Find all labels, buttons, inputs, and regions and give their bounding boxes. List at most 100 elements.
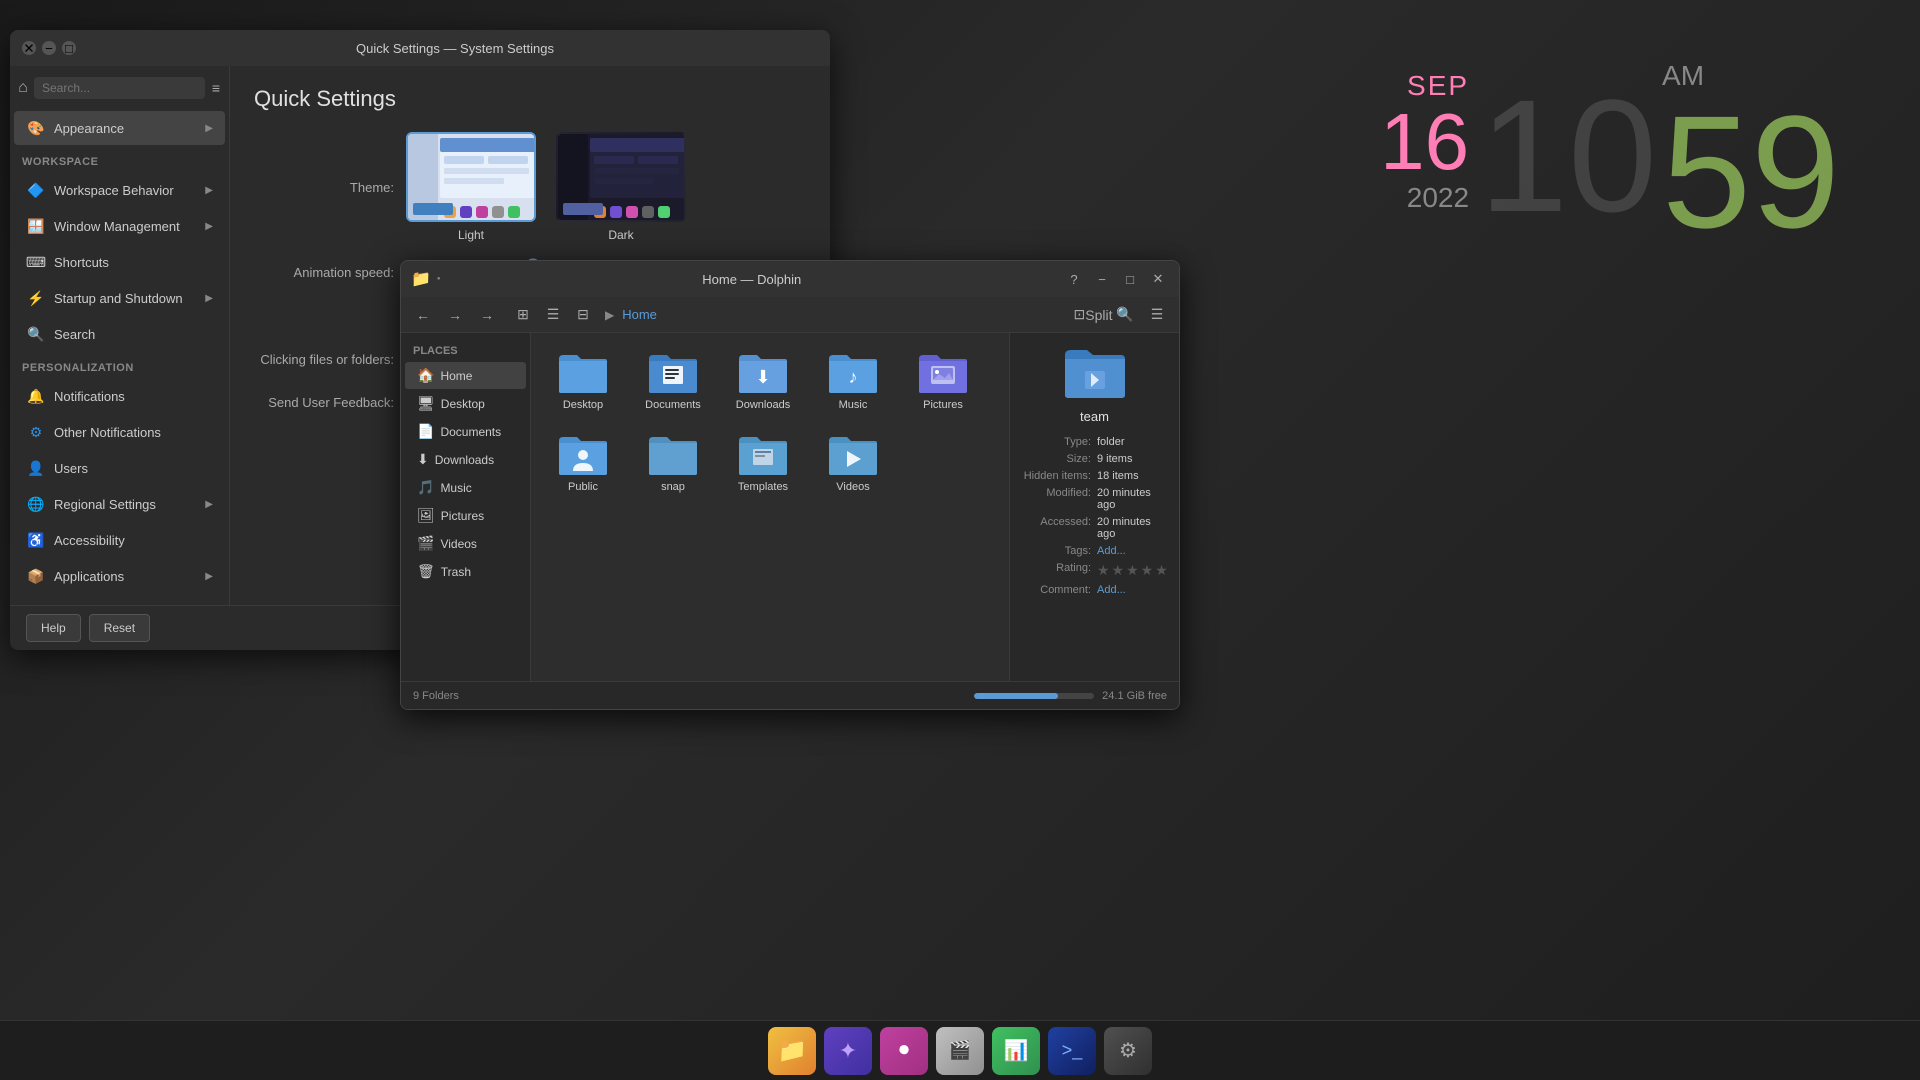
public-folder-icon bbox=[557, 433, 609, 477]
page-title: Quick Settings bbox=[254, 86, 806, 112]
fm-help-button[interactable]: ? bbox=[1063, 268, 1085, 290]
file-item-templates[interactable]: Templates bbox=[723, 427, 803, 499]
downloads-place-icon: ⬇ bbox=[417, 451, 429, 468]
sidebar-item-shortcuts[interactable]: ⌨ Shortcuts bbox=[14, 245, 225, 279]
documents-place-label: Documents bbox=[440, 425, 501, 439]
settings-gear-icon: ⚙ bbox=[1119, 1038, 1137, 1063]
fm-place-downloads[interactable]: ⬇ Downloads bbox=[405, 446, 526, 473]
fm-menu-button[interactable]: ☰ bbox=[1143, 301, 1171, 329]
pictures-file-label: Pictures bbox=[923, 399, 963, 411]
shortcuts-icon: ⌨ bbox=[26, 252, 46, 272]
fm-forward2-button[interactable]: → bbox=[473, 301, 501, 329]
theme-light-label: Light bbox=[458, 228, 484, 242]
fm-details-table: Type: folder Size: 9 items Hidden items:… bbox=[1022, 436, 1167, 596]
file-item-pictures[interactable]: Pictures bbox=[903, 345, 983, 417]
fm-grid-view-button[interactable]: ⊞ bbox=[509, 301, 537, 329]
fm-place-videos[interactable]: 🎬 Videos bbox=[405, 530, 526, 557]
taskbar-files-icon[interactable]: 📁 bbox=[768, 1027, 816, 1075]
file-item-documents[interactable]: Documents bbox=[633, 345, 713, 417]
titlebar-controls: ✕ − □ bbox=[22, 41, 76, 55]
fm-search-button[interactable]: 🔍 bbox=[1111, 301, 1139, 329]
file-item-downloads[interactable]: ⬇ Downloads bbox=[723, 345, 803, 417]
help-button[interactable]: Help bbox=[26, 614, 81, 642]
file-item-music[interactable]: ♪ Music bbox=[813, 345, 893, 417]
fm-detail-modified: Modified: 20 minutes ago bbox=[1022, 487, 1167, 511]
fm-place-music[interactable]: 🎵 Music bbox=[405, 474, 526, 501]
fm-list-view-button[interactable]: ☰ bbox=[539, 301, 567, 329]
taskbar-video-icon[interactable]: 🎬 bbox=[936, 1027, 984, 1075]
window-management-icon: 🪟 bbox=[26, 216, 46, 236]
fm-title: Home — Dolphin bbox=[447, 272, 1057, 287]
fm-back-button[interactable]: ← bbox=[409, 301, 437, 329]
accessed-key: Accessed: bbox=[1022, 516, 1097, 540]
file-item-videos[interactable]: Videos bbox=[813, 427, 893, 499]
window-title: Quick Settings — System Settings bbox=[92, 41, 818, 56]
theme-option-dark[interactable]: Dark bbox=[556, 132, 686, 242]
file-item-snap[interactable]: snap bbox=[633, 427, 713, 499]
sidebar-search-input[interactable] bbox=[34, 77, 205, 99]
file-item-desktop[interactable]: Desktop bbox=[543, 345, 623, 417]
fm-place-pictures[interactable]: 🖼 Pictures bbox=[405, 502, 526, 529]
sidebar-item-label-other-notifications: Other Notifications bbox=[54, 425, 161, 440]
fm-details-folder-name: team bbox=[1022, 409, 1167, 424]
fm-forward-button[interactable]: → bbox=[441, 301, 469, 329]
fm-status-free: 24.1 GiB free bbox=[1102, 690, 1167, 702]
sidebar-home-button[interactable]: ⌂ bbox=[18, 74, 28, 102]
sidebar-item-label-appearance: Appearance bbox=[54, 121, 124, 136]
sidebar-item-label-users: Users bbox=[54, 461, 88, 476]
maximize-button[interactable]: □ bbox=[62, 41, 76, 55]
minimize-button[interactable]: − bbox=[42, 41, 56, 55]
sidebar-item-accessibility[interactable]: ♿ Accessibility bbox=[14, 523, 225, 557]
templates-folder-icon bbox=[737, 433, 789, 477]
sidebar-item-regional-settings[interactable]: 🌐 Regional Settings ▶ bbox=[14, 487, 225, 521]
fm-compact-view-button[interactable]: ⊟ bbox=[569, 301, 597, 329]
sidebar-item-search[interactable]: 🔍 Search bbox=[14, 317, 225, 351]
sidebar-item-backups[interactable]: ✖ Backups bbox=[14, 595, 225, 605]
theme-option-light[interactable]: Light bbox=[406, 132, 536, 242]
sidebar-item-notifications[interactable]: 🔔 Notifications bbox=[14, 379, 225, 413]
fm-place-trash[interactable]: 🗑 Trash bbox=[405, 558, 526, 585]
sidebar-item-users[interactable]: 👤 Users bbox=[14, 451, 225, 485]
taskbar-media-icon[interactable]: ⏺ bbox=[880, 1027, 928, 1075]
taskbar-terminal-icon[interactable]: >_ bbox=[1048, 1027, 1096, 1075]
personalization-section: Personalization bbox=[10, 352, 229, 378]
comment-val-link[interactable]: Add... bbox=[1097, 584, 1126, 596]
fm-details-panel: team Type: folder Size: 9 items Hidden i… bbox=[1009, 333, 1179, 681]
fm-close-button[interactable]: ✕ bbox=[1147, 268, 1169, 290]
sidebar-item-startup-shutdown[interactable]: ⚡ Startup and Shutdown ▶ bbox=[14, 281, 225, 315]
type-key: Type: bbox=[1022, 436, 1097, 448]
sidebar-item-label-notifications: Notifications bbox=[54, 389, 125, 404]
other-notifications-icon: ⚙ bbox=[26, 422, 46, 442]
fm-place-home[interactable]: 🏠 Home bbox=[405, 362, 526, 389]
taskbar-kde-icon[interactable]: ✦ bbox=[824, 1027, 872, 1075]
fm-place-documents[interactable]: 📄 Documents bbox=[405, 418, 526, 445]
type-val: folder bbox=[1097, 436, 1167, 448]
clock-ampm-min: AM 59 bbox=[1662, 60, 1840, 252]
reset-button[interactable]: Reset bbox=[89, 614, 150, 642]
fm-minimize-button[interactable]: − bbox=[1091, 268, 1113, 290]
close-button[interactable]: ✕ bbox=[22, 41, 36, 55]
workspace-section: Workspace bbox=[10, 146, 229, 172]
sidebar-menu-button[interactable]: ≡ bbox=[211, 74, 221, 102]
fm-place-desktop[interactable]: 🖥 Desktop bbox=[405, 390, 526, 417]
tags-val-link[interactable]: Add... bbox=[1097, 545, 1126, 557]
sidebar-item-applications[interactable]: 📦 Applications ▶ bbox=[14, 559, 225, 593]
sidebar-item-label-startup-shutdown: Startup and Shutdown bbox=[54, 291, 183, 306]
sidebar-item-window-management[interactable]: 🪟 Window Management ▶ bbox=[14, 209, 225, 243]
sidebar-item-other-notifications[interactable]: ⚙ Other Notifications bbox=[14, 415, 225, 449]
taskbar-settings-icon[interactable]: ⚙ bbox=[1104, 1027, 1152, 1075]
file-item-public[interactable]: Public bbox=[543, 427, 623, 499]
modified-key: Modified: bbox=[1022, 487, 1097, 511]
sidebar-item-appearance[interactable]: 🎨 Appearance ▶ bbox=[14, 111, 225, 145]
regional-settings-arrow: ▶ bbox=[205, 499, 213, 510]
sidebar-item-label-workspace-behavior: Workspace Behavior bbox=[54, 183, 174, 198]
taskbar-activity-icon[interactable]: 📊 bbox=[992, 1027, 1040, 1075]
fm-maximize-button[interactable]: □ bbox=[1119, 268, 1141, 290]
desktop-place-label: Desktop bbox=[441, 397, 485, 411]
home-place-label: Home bbox=[440, 369, 472, 383]
sidebar-item-workspace-behavior[interactable]: 🔷 Workspace Behavior ▶ bbox=[14, 173, 225, 207]
fm-split-button[interactable]: ⊡ Split bbox=[1079, 301, 1107, 329]
media-icon: ⏺ bbox=[899, 1039, 909, 1062]
fm-detail-size: Size: 9 items bbox=[1022, 453, 1167, 465]
theme-row: Theme: bbox=[254, 132, 806, 242]
